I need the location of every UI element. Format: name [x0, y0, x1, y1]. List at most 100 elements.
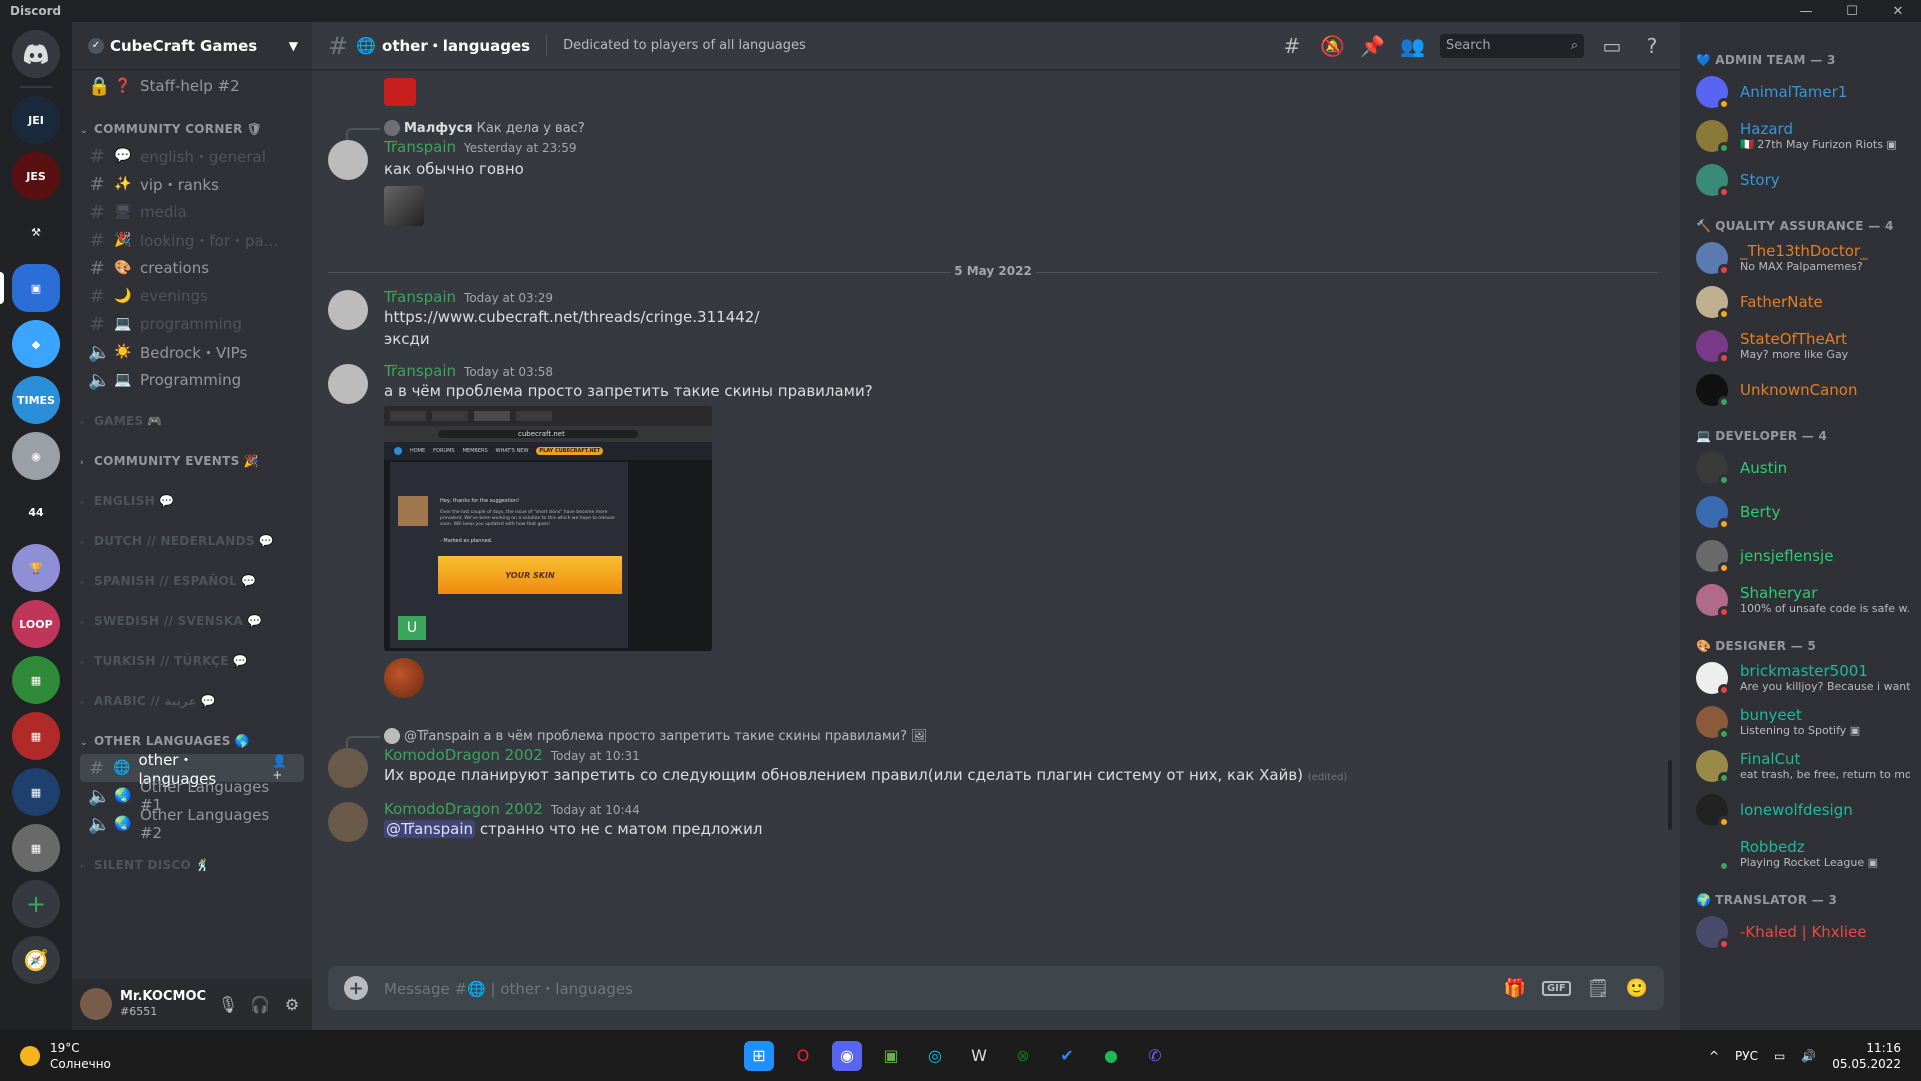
member-item[interactable]: AnimalTamer1 — [1696, 70, 1913, 114]
server-icon[interactable]: ▦ — [12, 712, 60, 760]
message-input[interactable]: Message #🌐 | other・languages — [384, 978, 1488, 999]
reply-preview[interactable]: @Tr̃anspain а в чём проблема просто запр… — [346, 728, 928, 748]
wargaming-icon[interactable]: W — [964, 1041, 994, 1071]
text-channel[interactable]: # 🌙 evenings — [80, 282, 304, 310]
message-composer[interactable]: + Message #🌐 | other・languages 🎁 GIF 🗒 🙂 — [328, 966, 1664, 1010]
sticker-image[interactable] — [384, 78, 416, 106]
server-icon[interactable]: ⚒ — [12, 208, 60, 256]
spotify-icon[interactable]: ● — [1096, 1041, 1126, 1071]
threads-icon[interactable]: # — [1280, 34, 1304, 58]
channel-category[interactable]: › COMMUNITY EVENTS 🎉 — [80, 434, 304, 474]
member-item[interactable]: lonewolfdesign — [1696, 788, 1913, 832]
text-channel[interactable]: # 💬 english・general — [80, 142, 304, 170]
member-item[interactable]: Austin — [1696, 446, 1913, 490]
member-item[interactable]: Shaheryar 100% of unsafe code is safe w..… — [1696, 578, 1913, 622]
text-channel[interactable]: # 🖥 media — [80, 198, 304, 226]
server-icon[interactable]: ▦ — [12, 824, 60, 872]
mute-bell-icon[interactable]: 🔕 — [1320, 34, 1345, 58]
text-channel[interactable]: # 💻 programming — [80, 310, 304, 338]
weather-widget[interactable]: 19°C Солнечно — [0, 1040, 300, 1072]
start-windows-icon[interactable]: ⊞ — [744, 1040, 774, 1071]
user-avatar[interactable] — [80, 988, 112, 1020]
message-link[interactable]: https://www.cubecraft.net/threads/cringe… — [384, 308, 759, 326]
member-item[interactable]: UnknownCanon — [1696, 368, 1913, 412]
server-icon[interactable]: TIMES — [12, 376, 60, 424]
todo-icon[interactable]: ✔ — [1052, 1041, 1082, 1071]
server-header[interactable]: ✓ CubeCraft Games ▼ — [72, 22, 312, 70]
add-server-button[interactable]: + — [12, 880, 60, 928]
channel-category[interactable]: › GAMES 🎮 — [80, 394, 304, 434]
channel-category[interactable]: › TURKISH // TÜRKÇE 💬 — [80, 634, 304, 674]
member-item[interactable]: _The13thDoctor_ No MAX Palpamemes? — [1696, 236, 1913, 280]
channel-category[interactable]: › ENGLISH 💬 — [80, 474, 304, 514]
pin-icon[interactable]: 📌 — [1360, 34, 1385, 58]
server-icon[interactable]: ▣ — [0, 264, 60, 312]
server-icon[interactable]: 🏆 — [12, 544, 60, 592]
channel-staff-help[interactable]: 🔒 ❓ Staff-help #2 — [80, 70, 304, 102]
member-item[interactable]: -Khaled | Khxliee — [1696, 910, 1913, 954]
chevron-up-icon[interactable]: ^ — [1709, 1049, 1719, 1063]
xbox-icon[interactable]: ⊗ — [1008, 1041, 1038, 1071]
inbox-icon[interactable]: ▭ — [1600, 34, 1624, 58]
author-name[interactable]: Tr̃anspain — [384, 362, 456, 380]
author-avatar[interactable] — [328, 140, 368, 180]
channel-topic[interactable]: Dedicated to players of all languages — [563, 38, 806, 53]
channel-category[interactable]: › SWEDISH // SVENSKA 💬 — [80, 594, 304, 634]
gif-button[interactable]: GIF — [1541, 980, 1571, 996]
voice-channel[interactable]: 🔈 🌏 Other Languages #2 — [80, 806, 304, 842]
member-item[interactable]: Robbedz Playing Rocket League ▣ — [1696, 832, 1913, 876]
sticker-image[interactable] — [384, 658, 424, 698]
channel-category[interactable]: › SPANISH // ESPAÑOL 💬 — [80, 554, 304, 594]
minecraft-icon[interactable]: ▣ — [876, 1041, 906, 1071]
channel-category[interactable]: ⌄ COMMUNITY CORNER 🛡 — [80, 102, 304, 142]
channel-category[interactable]: › SILENT DISCO 🕺 — [80, 838, 304, 878]
text-channel[interactable]: # ✨ vip・ranks — [80, 170, 304, 198]
member-item[interactable]: brickmaster5001 Are you killjoy? Because … — [1696, 656, 1913, 700]
image-attachment[interactable]: cubecraft.net HOME FORUMS MEMBERS WHAT'S… — [384, 406, 712, 651]
voice-channel[interactable]: 🔈 ☀️ Bedrock・VIPs — [80, 338, 304, 366]
author-name[interactable]: KomodoDragon 2002 — [384, 746, 543, 764]
member-list-icon[interactable]: 👥 — [1400, 34, 1425, 58]
server-icon[interactable]: ▦ — [12, 656, 60, 704]
member-item[interactable]: FinalCut eat trash, be free, return to mo… — [1696, 744, 1913, 788]
gift-icon[interactable]: 🎁 — [1504, 978, 1526, 999]
author-name[interactable]: Tr̃anspain — [384, 288, 456, 306]
author-avatar[interactable] — [328, 364, 368, 404]
text-channel[interactable]: # 🎉 looking・for・pa... — [80, 226, 304, 254]
microphone-icon[interactable]: 🎙 — [216, 995, 240, 1014]
input-language[interactable]: РУС — [1735, 1049, 1758, 1063]
member-item[interactable]: Hazard 🇮🇹 27th May Furizon Riots ▣ — [1696, 114, 1913, 158]
member-item[interactable]: Berty — [1696, 490, 1913, 534]
discord-taskbar-icon[interactable]: ◉ — [832, 1040, 862, 1071]
upload-plus-icon[interactable]: + — [344, 976, 368, 1000]
server-icon[interactable]: ◉ — [12, 432, 60, 480]
cortana-icon[interactable]: ◎ — [920, 1041, 950, 1071]
minimize-button[interactable]: — — [1783, 4, 1829, 19]
scrollbar[interactable] — [1668, 760, 1672, 830]
author-avatar[interactable] — [328, 290, 368, 330]
author-name[interactable]: Tr̃anspain — [384, 138, 456, 156]
member-item[interactable]: jensjeflensje — [1696, 534, 1913, 578]
viber-icon[interactable]: ✆ — [1140, 1041, 1170, 1071]
help-icon[interactable]: ? — [1640, 34, 1664, 58]
server-icon[interactable]: ◆ — [12, 320, 60, 368]
sticker-image[interactable] — [384, 186, 424, 226]
chevron-down-icon[interactable]: ▼ — [289, 39, 298, 53]
voice-channel[interactable]: 🔈 💻 Programming — [80, 366, 304, 394]
author-name[interactable]: KomodoDragon 2002 — [384, 800, 543, 818]
author-avatar[interactable] — [328, 748, 368, 788]
server-icon[interactable]: 44 — [12, 488, 60, 536]
member-item[interactable]: Story — [1696, 158, 1913, 202]
volume-icon[interactable]: 🔊 — [1801, 1049, 1816, 1063]
channel-category[interactable]: › DUTCH // NEDERLANDS 💬 — [80, 514, 304, 554]
network-icon[interactable]: ▭ — [1774, 1049, 1785, 1063]
settings-gear-icon[interactable]: ⚙ — [280, 995, 304, 1014]
server-icon[interactable]: JES — [12, 152, 60, 200]
server-icon[interactable]: LOOP — [12, 600, 60, 648]
reply-preview[interactable]: Малфуся Как дела у вас? — [346, 120, 585, 140]
member-item[interactable]: FatherNate — [1696, 280, 1913, 324]
clock[interactable]: 11:16 05.05.2022 — [1832, 1040, 1901, 1072]
opera-icon[interactable]: O — [788, 1041, 818, 1071]
author-avatar[interactable] — [328, 802, 368, 842]
emoji-picker-icon[interactable]: 🙂 — [1626, 978, 1648, 999]
